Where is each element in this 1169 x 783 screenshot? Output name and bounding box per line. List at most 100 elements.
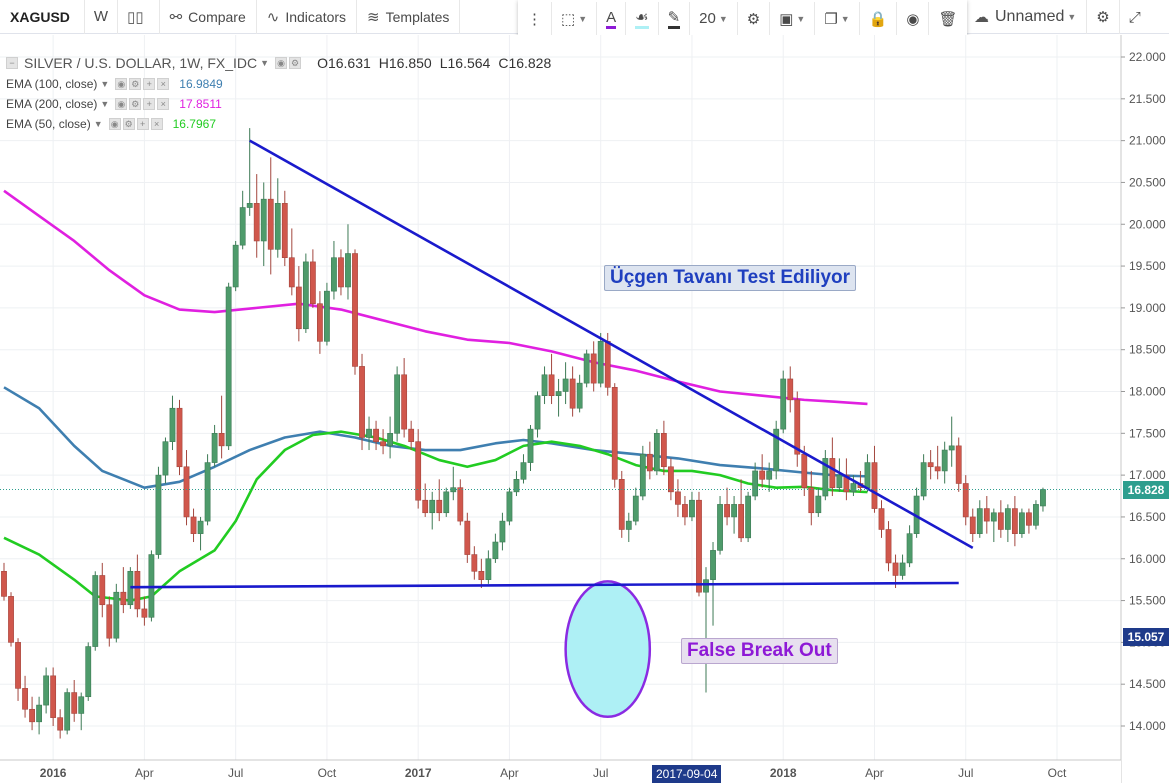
series-buttons: ◉ ⚙ [275,57,303,69]
annotation-false-breakout[interactable]: False Break Out [681,638,838,664]
legend-main-series[interactable]: − SILVER / U.S. DOLLAR, 1W, FX_IDC ▼ ◉ ⚙… [6,52,551,74]
close-icon[interactable]: × [157,98,170,110]
candle [443,487,450,517]
candle-body [15,642,21,689]
chart-legend: − SILVER / U.S. DOLLAR, 1W, FX_IDC ▼ ◉ ⚙… [6,52,551,134]
gear-icon[interactable]: ⚙ [129,78,142,90]
drag-handle[interactable]: ⋮ [518,1,552,36]
candle-body [682,504,688,518]
candle-body [366,428,372,438]
chevron-down-icon: ▼ [718,13,728,24]
candle-body [920,462,927,497]
time-tick-label: 2018 [770,766,797,780]
indicators-button[interactable]: ∿ Indicators [257,0,358,34]
price-tick-label: 15.500 [1129,594,1166,608]
candle-body [990,512,997,522]
crosshair-price-badge: 15.057 [1123,628,1169,646]
add-icon[interactable]: + [143,98,156,110]
candle [324,282,330,346]
candle-body [569,378,576,409]
lock-button[interactable]: 🔒 [860,1,898,36]
compare-button[interactable]: ⚯ Compare [160,0,257,34]
price-axis: 22.000 21.500 21.000 20.500 20.000 19.500 19.0… [1120,35,1169,783]
templates-button[interactable]: ≋ Templates [357,0,461,34]
clone-button[interactable]: ❐ ▼ [815,1,860,36]
fill-color-button[interactable]: ☙ [626,1,659,36]
text-color-button[interactable]: A [597,1,627,36]
candle-body [520,462,527,480]
candle-body [1033,504,1039,526]
chevron-down-icon[interactable]: ▼ [100,79,109,89]
eye-icon[interactable]: ◉ [115,78,128,90]
legend-study-row[interactable]: EMA (50, close) ▼ ◉ ⚙ + × 16.7967 [6,114,551,134]
chart-style-button[interactable]: ▯▯ [118,0,160,34]
eye-icon[interactable]: ◉ [275,57,288,69]
price-tick-label: 16.000 [1129,552,1166,566]
chevron-down-icon[interactable]: ▼ [94,119,103,129]
candle-body [625,520,632,530]
legend-study-row[interactable]: EMA (200, close) ▼ ◉ ⚙ + × 17.8511 [6,94,551,114]
price-chart[interactable]: 22.000 21.500 21.000 20.500 20.000 19.500 19.0… [0,35,1169,783]
close-icon[interactable]: × [157,78,170,90]
candle-body [43,675,50,706]
time-tick-label: Jul [228,766,243,780]
price-tick-label: 18.500 [1129,343,1166,357]
gear-icon[interactable]: ⚙ [122,118,135,130]
interval-button[interactable]: W [85,0,119,34]
candle-body [646,453,653,472]
delete-button[interactable]: 🗑 [929,2,966,36]
eye-icon[interactable]: ◉ [108,118,121,130]
chevron-down-icon[interactable]: ▼ [100,99,109,109]
candle-body [436,499,443,514]
close-icon[interactable]: × [150,118,163,130]
annotation-triangle-top[interactable]: Üçgen Tavanı Test Ediliyor [604,265,857,291]
layout-menu-button[interactable]: ☁ Unnamed ▼ [964,0,1088,34]
candle-body [190,516,197,534]
gear-icon[interactable]: ⚙ [289,57,302,69]
candle-body [745,495,752,539]
candle-body [134,570,141,610]
candle-body [955,445,962,484]
candle-body [64,692,71,731]
legend-study-row[interactable]: EMA (100, close) ▼ ◉ ⚙ + × 16.9849 [6,74,551,94]
candle-body [176,407,183,468]
gear-icon[interactable]: ⚙ [129,98,142,110]
chart-pane[interactable]: 22.000 21.500 21.000 20.500 20.000 19.500 19.0… [0,35,1169,783]
candles-icon: ▯▯ [127,8,144,26]
collapse-icon[interactable]: − [6,57,18,69]
add-icon[interactable]: + [136,118,149,130]
time-axis: 2016AprJulOct2017AprJulOct2018AprJulOct [0,759,1121,783]
fullscreen-button[interactable]: ⤢ [1120,0,1150,34]
candle-body [183,466,190,518]
candle-body [316,303,323,342]
price-tick-label: 14.500 [1129,677,1166,691]
hide-button[interactable]: ◉ [897,1,930,36]
compare-label: Compare [188,8,246,25]
candle-body [492,541,499,560]
candle-body [394,374,401,434]
clone-icon: ❐ [824,10,838,28]
candle [618,470,625,538]
candle-body [1004,508,1011,530]
candle-body [85,646,92,698]
eye-icon[interactable]: ◉ [115,98,128,110]
chevron-down-icon: ▼ [578,13,588,24]
paint-bucket-icon: ☙ [635,8,649,29]
candle-body [899,562,906,576]
add-icon[interactable]: + [143,78,156,90]
ohlc-open: O16.631 [317,55,371,71]
time-tick-label: Apr [500,766,519,780]
candle-body [724,504,730,518]
select-area-button[interactable]: ⬚ ▼ [552,1,598,36]
symbol-search[interactable]: XAGUSD [0,0,85,34]
chevron-down-icon[interactable]: ▼ [260,58,269,68]
line-color-button[interactable]: ✎ [659,1,691,36]
settings-button[interactable]: ⚙ [738,1,771,36]
candle-body [246,203,253,208]
chart-settings-button[interactable]: ⚙ [1087,0,1120,34]
font-size-select[interactable]: 20 ▼ [690,1,738,36]
trash-icon: 🗑 [938,10,958,28]
candle [780,370,787,434]
candle-body [752,470,759,497]
visual-order-button[interactable]: ▣ ▼ [770,1,816,36]
